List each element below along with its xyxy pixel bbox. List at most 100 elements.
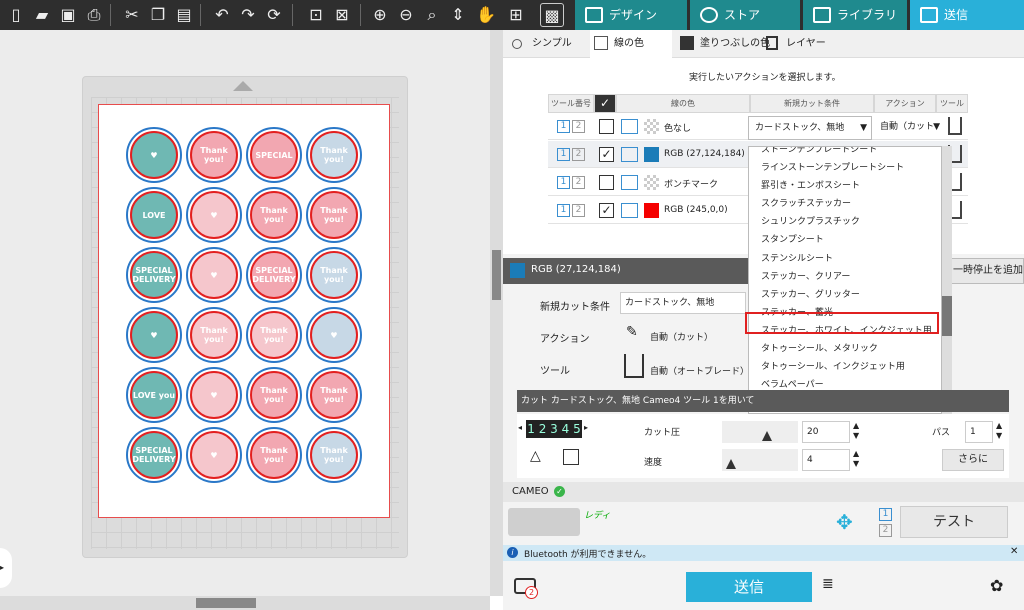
cut-condition-dropdown[interactable]: ストーンテンプレートシート ラインストーンテンプレートシート 罫引き・エンボスシート… (748, 146, 942, 414)
dropdown-option[interactable]: 罫引き・エンボスシート (755, 177, 941, 195)
sticker-circle[interactable]: Thank you! (306, 127, 362, 183)
sticker-circle[interactable]: Thank you! (246, 367, 302, 423)
move-head-icon[interactable]: ✥ (836, 510, 853, 534)
zoom-out-icon[interactable]: ⊖ (394, 3, 418, 27)
new-file-icon[interactable]: ▯ (4, 3, 28, 27)
port-2[interactable]: 2 (879, 524, 892, 537)
gear-icon[interactable]: ✿ (990, 576, 1003, 595)
dropdown-option[interactable]: ストーンテンプレートシート (755, 147, 941, 159)
cut-condition-select[interactable]: カードストック、無地 ▼ (748, 116, 872, 140)
more-button[interactable]: さらに (942, 449, 1004, 471)
sticker-circle[interactable]: ♥ (186, 367, 242, 423)
sticker-circle[interactable]: LOVE you (126, 367, 182, 423)
tool-1-toggle[interactable]: 1 (557, 148, 570, 161)
sketch-pen-icon[interactable] (621, 203, 638, 218)
row-checkbox[interactable] (599, 175, 614, 190)
tool-2-toggle[interactable]: 2 (572, 120, 585, 133)
add-page-icon[interactable]: ⊞ (504, 3, 528, 27)
tool-2-toggle[interactable]: 2 (572, 176, 585, 189)
sticker-circle[interactable]: Thank you! (306, 427, 362, 483)
canvas-vscrollbar[interactable] (490, 30, 503, 596)
row-checkbox[interactable]: ✓ (599, 147, 614, 162)
expand-left-icon[interactable]: ▸ (0, 548, 12, 588)
move-icon[interactable]: ⇕ (446, 3, 470, 27)
dropdown-option[interactable]: ステッカー、クリアー (755, 268, 941, 286)
dropdown-option[interactable]: ステッカー、グリッター (755, 286, 941, 304)
add-pause-button[interactable]: 一時停止を追加 (946, 258, 1024, 284)
speed-input[interactable]: 4 (802, 449, 850, 471)
sticker-circle[interactable]: ♥ (126, 307, 182, 363)
sketch-pen-icon[interactable] (621, 175, 638, 190)
deselect-icon[interactable]: ⊠ (330, 3, 354, 27)
sticker-circle[interactable]: Thank you! (246, 187, 302, 243)
tab-store[interactable]: ストア (690, 0, 800, 30)
open-folder-icon[interactable]: ▰ (30, 3, 54, 27)
pass-input[interactable]: 1 (965, 421, 993, 443)
save-icon[interactable]: ▣ (56, 3, 80, 27)
sticker-circle[interactable]: LOVE (126, 187, 182, 243)
copy-icon[interactable]: ❐ (146, 3, 170, 27)
pan-hand-icon[interactable]: ✋ (474, 3, 498, 27)
tab-design[interactable]: デザイン (575, 0, 687, 30)
dropdown-option[interactable]: スタンプシート (755, 231, 941, 249)
zoom-in-icon[interactable]: ⊕ (368, 3, 392, 27)
pixscan-icon[interactable]: ▩ (540, 3, 564, 27)
row-checkbox[interactable] (599, 119, 614, 134)
dropdown-option[interactable]: タトゥーシール、インクジェット用 (755, 358, 941, 376)
refresh-icon[interactable]: ⟳ (262, 3, 286, 27)
dropdown-option[interactable]: スクラッチステッカー (755, 195, 941, 213)
paste-icon[interactable]: ▤ (172, 3, 196, 27)
sketch-pen-icon[interactable] (621, 119, 638, 134)
tab-fill-color[interactable]: 塗りつぶしの色 (676, 30, 770, 58)
cameo-machine-icon[interactable] (508, 508, 580, 536)
sticker-circle[interactable]: Thank you! (306, 187, 362, 243)
canvas-hscrollbar[interactable] (0, 596, 490, 610)
sticker-circle[interactable]: Thank you! (306, 247, 362, 303)
list-icon[interactable]: ≣ (822, 576, 834, 592)
row-checkbox[interactable]: ✓ (599, 203, 614, 218)
tool-1-toggle[interactable]: 1 (557, 176, 570, 189)
sticker-circle[interactable]: SPECIAL DELIVERY (246, 247, 302, 303)
sticker-circle[interactable]: SPECIAL DELIVERY (126, 427, 182, 483)
dropdown-option[interactable]: ステンシルシート (755, 250, 941, 268)
test-button[interactable]: テスト (900, 506, 1008, 538)
send-button[interactable]: 送信 (686, 572, 812, 602)
tool-1-toggle[interactable]: 1 (557, 204, 570, 217)
tool-2-toggle[interactable]: 2 (572, 148, 585, 161)
print-icon[interactable]: ⎙ (82, 3, 106, 27)
tab-send[interactable]: 送信 (910, 0, 1024, 30)
prop-cond-value[interactable]: カードストック、無地 (620, 292, 746, 314)
sticker-circle[interactable]: Thank you! (186, 127, 242, 183)
col-check-all[interactable]: ✓ (594, 94, 616, 113)
sticker-circle[interactable]: ♥ (306, 307, 362, 363)
force-slider[interactable] (722, 421, 798, 443)
tab-line-color[interactable]: 線の色 (590, 30, 672, 58)
sticker-circle[interactable]: Thank you! (306, 367, 362, 423)
close-message-icon[interactable]: ✕ (1010, 546, 1018, 557)
sticker-circle[interactable]: ♥ (186, 427, 242, 483)
sticker-circle[interactable]: Thank you! (186, 307, 242, 363)
redo-icon[interactable]: ↷ (236, 3, 260, 27)
sketch-pen-icon[interactable] (621, 147, 638, 162)
sticker-circle[interactable]: SPECIAL DELIVERY (126, 247, 182, 303)
tool-2-toggle[interactable]: 2 (572, 204, 585, 217)
tab-library[interactable]: ライブラリ (803, 0, 907, 30)
zoom-fit-icon[interactable]: ⌕ (420, 3, 444, 27)
dropdown-option[interactable]: シュリンクプラスチック (755, 213, 941, 231)
prop-action-value[interactable]: 自動（カット） (650, 330, 713, 343)
cut-icon[interactable]: ✂ (120, 3, 144, 27)
sticker-circle[interactable]: ♥ (186, 247, 242, 303)
tab-simple[interactable]: シンプル (508, 30, 572, 58)
dropdown-option[interactable]: ラインストーンテンプレートシート (755, 159, 941, 177)
select-all-icon[interactable]: ⊡ (304, 3, 328, 27)
sticker-circle[interactable]: ♥ (186, 187, 242, 243)
tool-1-toggle[interactable]: 1 (557, 120, 570, 133)
speed-slider[interactable] (722, 449, 798, 471)
tab-layer[interactable]: レイヤー (762, 30, 826, 58)
dropdown-option[interactable]: タトゥーシール、メタリック (755, 340, 941, 358)
sticker-circle[interactable]: SPECIAL (246, 127, 302, 183)
undo-icon[interactable]: ↶ (210, 3, 234, 27)
prop-tool-value[interactable]: 自動（オートブレード） (650, 364, 749, 377)
port-1[interactable]: 1 (879, 508, 892, 521)
sticker-circle[interactable]: Thank you! (246, 307, 302, 363)
